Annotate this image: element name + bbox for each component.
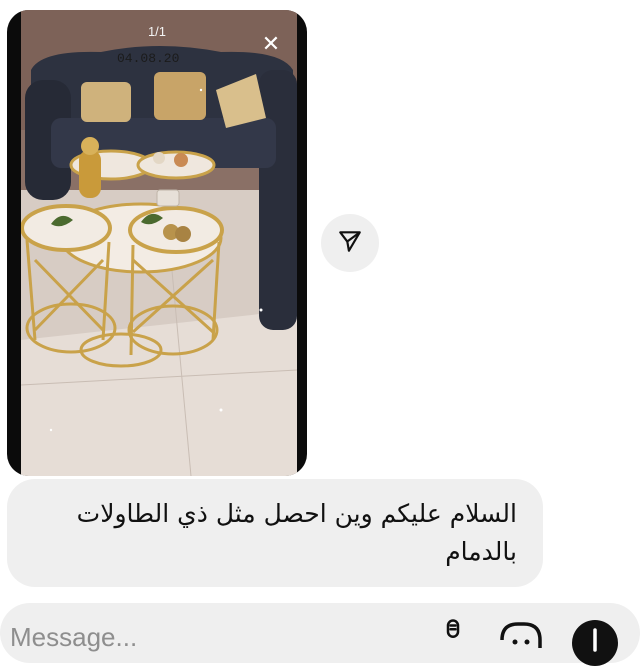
message-text: السلام عليكم وين احصل مثل ذي الطاولات با… bbox=[76, 499, 517, 566]
sticker-icon[interactable] bbox=[498, 620, 544, 664]
story-photo[interactable]: 04.08.20 bbox=[21, 10, 297, 476]
message-composer bbox=[0, 603, 640, 663]
close-icon[interactable]: ✕ bbox=[261, 33, 281, 55]
microphone-icon[interactable] bbox=[438, 618, 468, 652]
photo-date-stamp: 04.08.20 bbox=[117, 51, 179, 66]
shared-story-card[interactable]: 04.08.20 1/1 ✕ bbox=[7, 10, 307, 476]
share-story-button[interactable] bbox=[321, 214, 379, 272]
paper-plane-icon bbox=[337, 228, 363, 258]
plus-icon[interactable] bbox=[572, 620, 618, 666]
received-message-bubble[interactable]: السلام عليكم وين احصل مثل ذي الطاولات با… bbox=[7, 479, 543, 587]
message-input[interactable] bbox=[8, 621, 312, 653]
